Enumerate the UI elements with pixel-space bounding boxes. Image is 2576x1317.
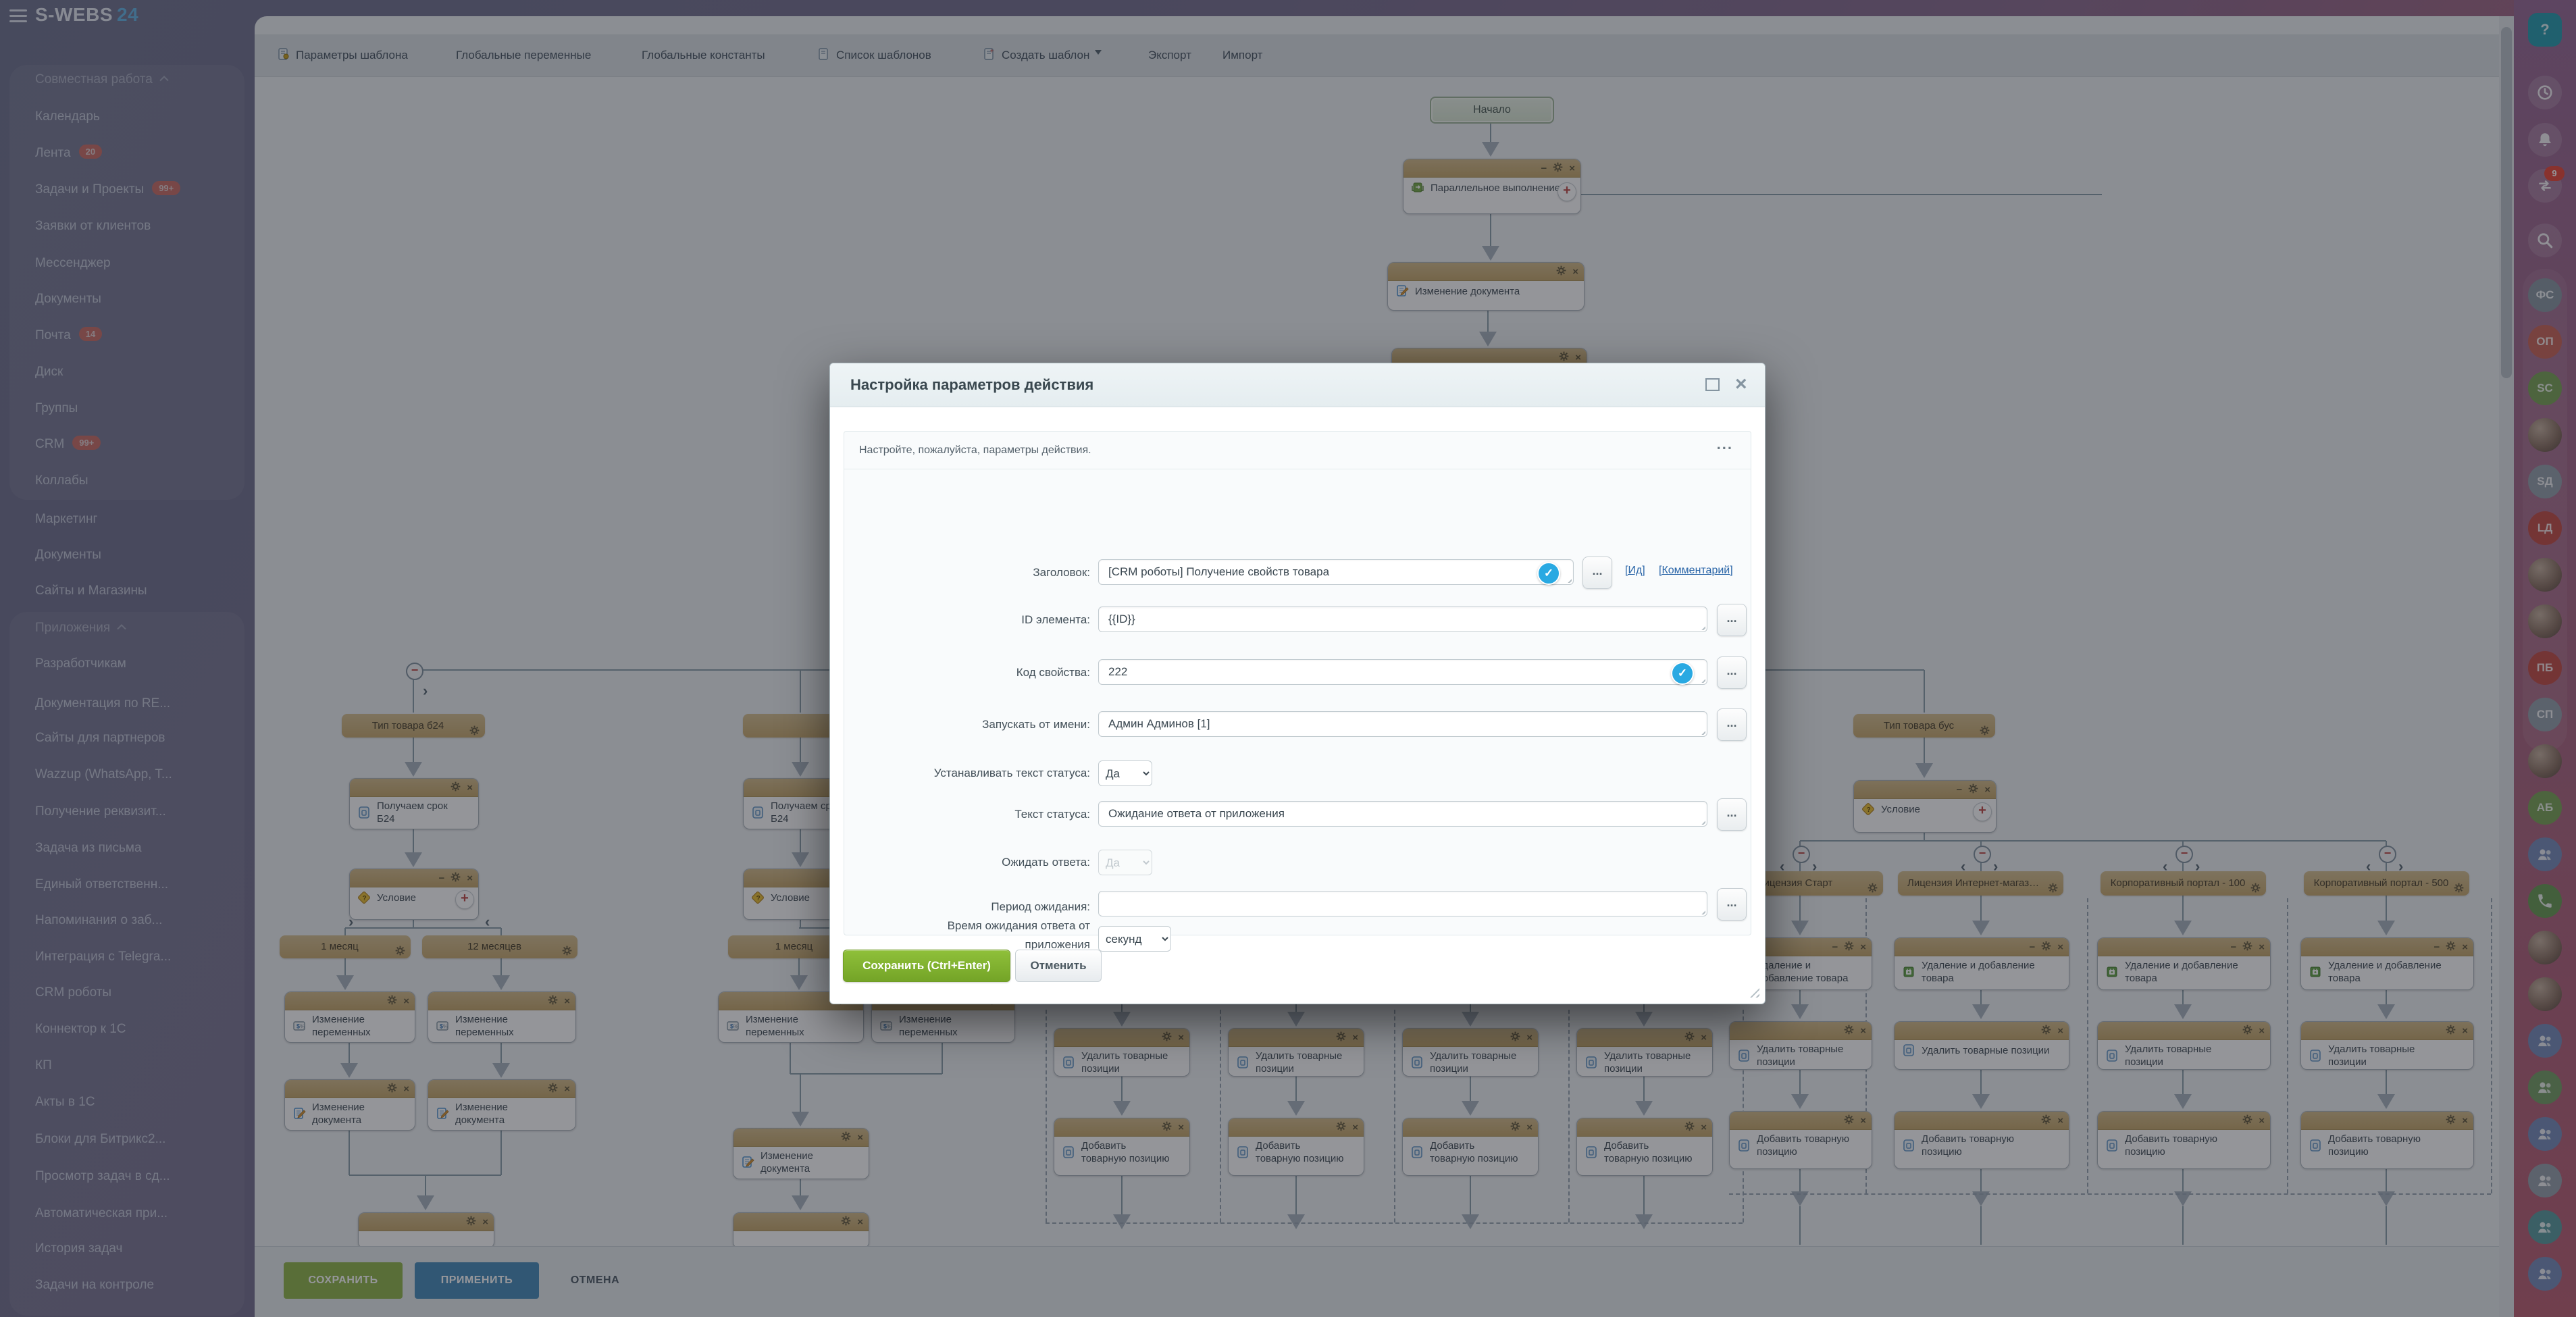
run-as-input[interactable] [1098,711,1707,737]
field-label-run-as: Запускать от имени: [860,715,1090,734]
wait-period-unit-select[interactable]: секунд [1098,926,1171,952]
more-menu-icon[interactable]: ... [1717,436,1733,453]
field-label-set-status-text: Устанавливать текст статуса: [860,764,1090,783]
valid-check-icon: ✓ [1537,562,1560,585]
field-label-wait-response: Ожидать ответа: [860,853,1090,872]
title-input[interactable] [1098,559,1574,585]
title-more-button[interactable]: ... [1582,557,1612,589]
valid-check-icon: ✓ [1671,662,1694,685]
property-code-more-button[interactable]: ... [1717,656,1747,689]
field-label-element-id: ID элемента: [860,611,1090,629]
comment-link[interactable]: [Комментарий] [1659,565,1733,577]
wait-period-input[interactable] [1098,891,1707,916]
set-status-text-select[interactable]: Да [1098,760,1152,786]
application-root: S-WEBS24 Совместная работаКалендарьЛента… [0,0,2576,1317]
maximize-icon[interactable] [1705,378,1720,391]
dialog-settings-panel: Настройте, пожалуйста, параметры действи… [844,431,1751,935]
dialog-hint: Настройте, пожалуйста, параметры действи… [859,432,1091,469]
action-settings-dialog: Настройка параметров действия × Настройт… [829,363,1766,1004]
status-text-more-button[interactable]: ... [1717,798,1747,831]
field-label-wait-period: Период ожидания: Время ожидания ответа о… [860,898,1090,954]
run-as-more-button[interactable]: ... [1717,708,1747,741]
save-button[interactable]: Сохранить (Ctrl+Enter) [843,950,1010,982]
cancel-button[interactable]: Отменить [1015,950,1102,982]
close-icon[interactable]: × [1735,371,1747,397]
dialog-resize-grip[interactable] [1750,988,1759,998]
dialog-title: Настройка параметров действия [850,363,1093,407]
id-link[interactable]: [Ид] [1625,565,1645,577]
property-code-input[interactable] [1098,659,1707,685]
field-label-property-code: Код свойства: [860,663,1090,682]
wait-period-more-button[interactable]: ... [1717,888,1747,921]
field-label-status-text: Текст статуса: [860,805,1090,824]
wait-response-select: Да [1098,850,1152,875]
field-label-title: Заголовок: [860,563,1090,582]
status-text-input[interactable] [1098,801,1707,827]
dialog-titlebar: Настройка параметров действия × [830,363,1765,407]
element-id-input[interactable] [1098,606,1707,632]
element-id-more-button[interactable]: ... [1717,604,1747,636]
